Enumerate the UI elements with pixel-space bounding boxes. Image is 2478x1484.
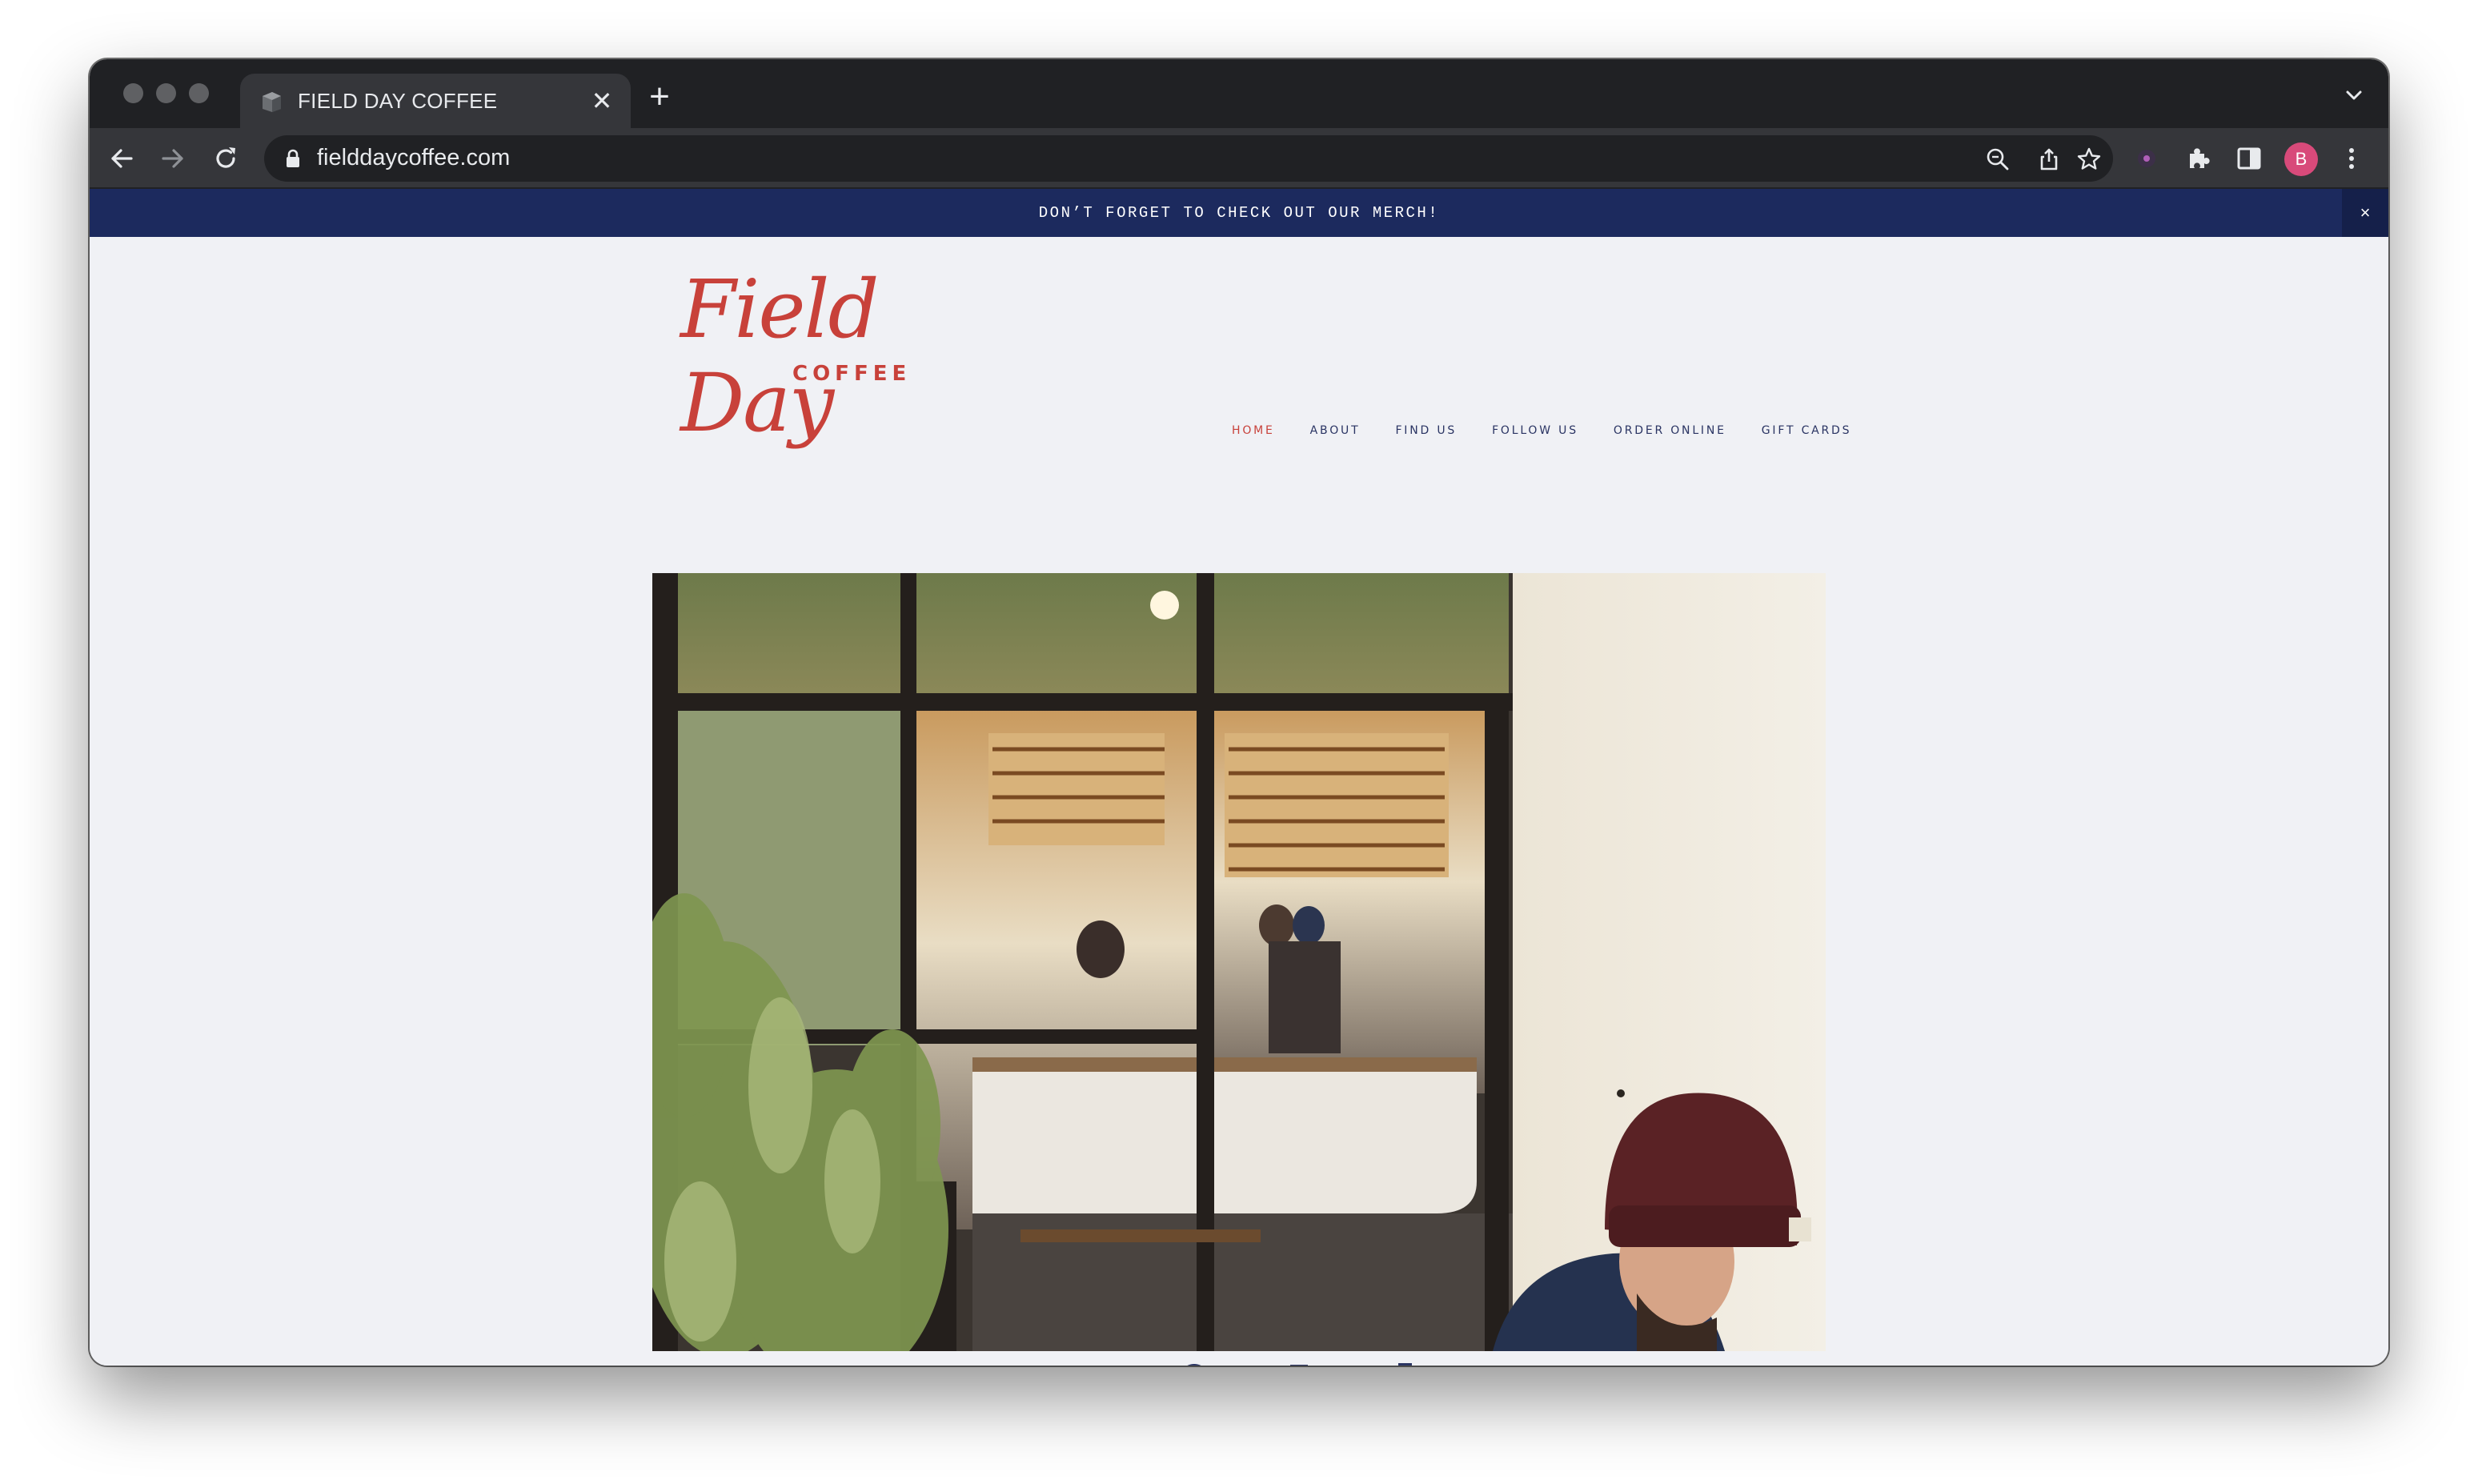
share-icon[interactable] bbox=[2036, 146, 2062, 172]
url-text: fielddaycoffee.com bbox=[317, 145, 511, 170]
nav-follow-us[interactable]: FOLLOW US bbox=[1492, 424, 1578, 437]
extension-dot-icon[interactable] bbox=[2132, 144, 2161, 173]
logo-subtitle: COFFEE bbox=[792, 362, 912, 386]
main-nav: HOME ABOUT FIND US FOLLOW US ORDER ONLIN… bbox=[1232, 424, 1851, 437]
kebab-menu-icon[interactable] bbox=[2337, 144, 2366, 173]
hero-cafe-photo bbox=[652, 573, 1826, 1351]
nav-home[interactable]: HOME bbox=[1232, 424, 1275, 437]
logo-wordmark: Field Day bbox=[680, 263, 880, 450]
nav-order-online[interactable]: ORDER ONLINE bbox=[1614, 424, 1726, 437]
profile-avatar[interactable]: B bbox=[2284, 142, 2318, 176]
browser-window: FIELD DAY COFFEE ✕ + fielddaycoffee.com bbox=[90, 59, 2388, 1366]
puzzle-extensions-icon[interactable] bbox=[2183, 144, 2212, 173]
tab-field-day-coffee[interactable]: FIELD DAY COFFEE ✕ bbox=[240, 74, 631, 128]
address-bar[interactable]: fielddaycoffee.com bbox=[264, 135, 2113, 182]
side-panel-icon[interactable] bbox=[2235, 144, 2263, 173]
favicon-icon bbox=[263, 92, 281, 112]
tab-close-icon[interactable]: ✕ bbox=[587, 86, 616, 115]
bookmark-star-icon[interactable] bbox=[2076, 146, 2102, 172]
browser-toolbar: fielddaycoffee.com B bbox=[90, 128, 2388, 189]
back-arrow-icon[interactable] bbox=[107, 144, 136, 173]
web-page: DON’T FORGET TO CHECK OUT OUR MERCH! × F… bbox=[90, 189, 2388, 1366]
site-logo[interactable]: Field Day COFFEE bbox=[680, 263, 1016, 450]
new-tab-button[interactable]: + bbox=[644, 79, 676, 114]
zoom-window-button[interactable] bbox=[189, 83, 209, 103]
next-section-heading-peek bbox=[1187, 1363, 1412, 1366]
announcement-text[interactable]: DON’T FORGET TO CHECK OUT OUR MERCH! bbox=[90, 189, 2388, 237]
nav-gift-cards[interactable]: GIFT CARDS bbox=[1762, 424, 1852, 437]
window-controls bbox=[123, 83, 209, 103]
lock-icon[interactable] bbox=[285, 149, 301, 168]
tab-title: FIELD DAY COFFEE bbox=[298, 89, 498, 113]
close-window-button[interactable] bbox=[123, 83, 143, 103]
announcement-bar: DON’T FORGET TO CHECK OUT OUR MERCH! × bbox=[90, 189, 2388, 237]
nav-find-us[interactable]: FIND US bbox=[1395, 424, 1457, 437]
nav-about[interactable]: ABOUT bbox=[1310, 424, 1361, 437]
forward-arrow-icon[interactable] bbox=[158, 144, 187, 173]
tab-strip: FIELD DAY COFFEE ✕ + bbox=[90, 59, 2388, 128]
announcement-close-button[interactable]: × bbox=[2342, 189, 2388, 237]
minimize-window-button[interactable] bbox=[156, 83, 176, 103]
reload-icon[interactable] bbox=[211, 144, 240, 173]
zoom-icon[interactable] bbox=[1985, 146, 2011, 172]
tab-list-chevron-icon[interactable] bbox=[2342, 83, 2366, 107]
